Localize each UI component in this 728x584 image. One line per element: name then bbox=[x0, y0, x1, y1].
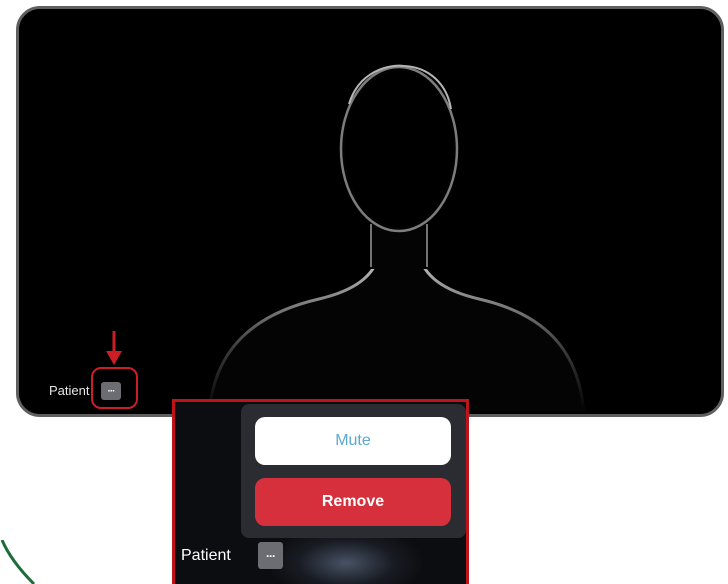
ellipsis-icon: ··· bbox=[266, 548, 276, 563]
participant-options-menu: Mute Remove bbox=[241, 404, 466, 538]
zoomed-menu-callout: Mute Remove Patient ··· bbox=[172, 399, 469, 584]
green-arc-decoration bbox=[0, 540, 36, 584]
red-down-arrow-icon bbox=[106, 331, 122, 365]
participant-video-feed bbox=[19, 9, 721, 414]
participant-name-label: Patient bbox=[49, 383, 90, 398]
mute-participant-button[interactable]: Mute bbox=[255, 417, 451, 465]
callout-participant-name-label: Patient bbox=[181, 547, 231, 564]
callout-more-options-button[interactable]: ··· bbox=[258, 542, 283, 569]
screenshot-stage: Patient ··· Mute Remove Patient ··· bbox=[0, 0, 728, 584]
participant-video-tile: Patient ··· bbox=[16, 6, 724, 417]
annotation-highlight-ring bbox=[91, 367, 138, 409]
remove-participant-button[interactable]: Remove bbox=[255, 478, 451, 526]
